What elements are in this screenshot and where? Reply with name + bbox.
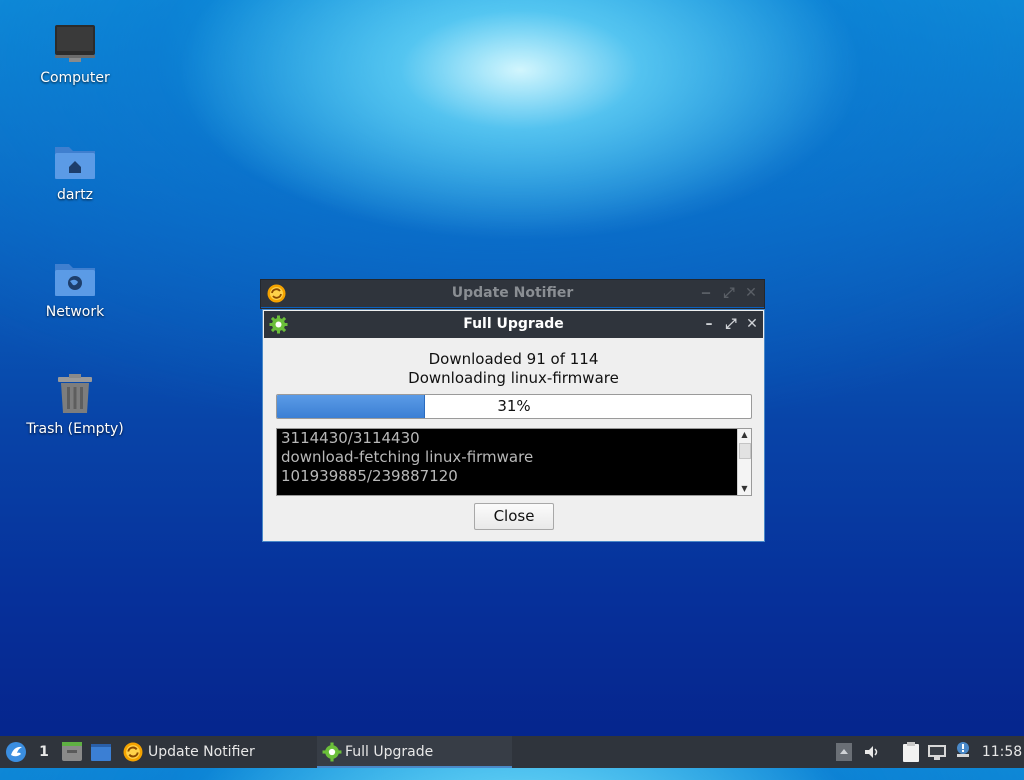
scroll-up-icon[interactable] (836, 743, 852, 761)
workspace-switcher[interactable]: 1 (34, 736, 54, 768)
desktop-icon-trash[interactable]: Trash (Empty) (20, 373, 130, 437)
taskbar: 1 Update Notifier Full Upgrade 11:58 (0, 736, 1024, 768)
desktop-icon-label: Trash (Empty) (26, 421, 124, 437)
download-status-text: Downloading linux-firmware (408, 369, 619, 387)
progress-bar: 31% (276, 394, 752, 419)
scroll-down-arrow-icon[interactable]: ▼ (738, 483, 751, 495)
log-lines: 3114430/3114430 download-fetching linux-… (281, 429, 735, 486)
log-line: 3114430/3114430 (281, 429, 420, 447)
desktop-icon-home[interactable]: dartz (20, 139, 130, 203)
task-label: Full Upgrade (345, 744, 434, 760)
close-button[interactable]: ✕ (744, 316, 760, 332)
volume-icon[interactable] (864, 744, 880, 760)
desktop-icon-label: Network (45, 304, 105, 320)
taskbar-task-full-upgrade[interactable]: Full Upgrade (317, 736, 512, 768)
maximize-button[interactable]: ⤢ (723, 316, 739, 332)
trash-icon (53, 373, 97, 417)
show-desktop-icon[interactable] (89, 736, 113, 768)
taskbar-task-update-notifier[interactable]: Update Notifier (120, 736, 310, 768)
update-notifier-window[interactable]: Update Notifier ‒ ⤢ ✕ (260, 279, 765, 309)
full-upgrade-titlebar[interactable]: Full Upgrade – ⤢ ✕ (264, 311, 763, 338)
progress-label: 31% (497, 397, 531, 415)
desktop-icon-label: dartz (56, 187, 94, 203)
network-icon[interactable] (928, 744, 946, 760)
desktop-icon-computer[interactable]: Computer (20, 22, 130, 86)
scrollbar-thumb[interactable] (739, 443, 751, 459)
log-line: 101939885/239887120 (281, 467, 458, 485)
file-manager-icon[interactable] (60, 736, 84, 768)
window-title: Update Notifier (451, 285, 574, 301)
desktop-icon-label: Computer (40, 70, 110, 86)
scroll-up-arrow-icon[interactable]: ▲ (738, 429, 751, 441)
notification-icon[interactable] (955, 741, 971, 757)
minimize-button[interactable]: ‒ (698, 285, 714, 301)
log-line: download-fetching linux-firmware (281, 448, 534, 466)
maximize-button[interactable]: ⤢ (721, 285, 737, 301)
update-notifier-titlebar[interactable]: Update Notifier ‒ ⤢ ✕ (261, 280, 764, 307)
dialog-title: Full Upgrade (463, 316, 564, 332)
home-folder-icon (53, 139, 97, 183)
log-scrollbar[interactable]: ▲ ▼ (737, 429, 751, 495)
download-count-text: Downloaded 91 of 114 (428, 350, 599, 368)
network-folder-icon (53, 256, 97, 300)
close-button[interactable]: ✕ (743, 285, 759, 301)
desktop-icon-network[interactable]: Network (20, 256, 130, 320)
start-menu-icon[interactable] (4, 736, 28, 768)
close-dialog-button[interactable]: Close (474, 503, 554, 530)
full-upgrade-dialog[interactable]: Full Upgrade – ⤢ ✕ Downloaded 91 of 114 … (262, 309, 765, 542)
clock[interactable]: 11:58 (980, 736, 1024, 768)
monitor-icon (53, 22, 97, 66)
task-label: Update Notifier (148, 744, 255, 760)
minimize-button[interactable]: – (701, 316, 717, 332)
gear-icon (322, 742, 342, 774)
log-output[interactable]: 3114430/3114430 download-fetching linux-… (276, 428, 752, 496)
clipboard-icon[interactable] (902, 742, 919, 762)
update-notifier-icon (123, 742, 143, 774)
